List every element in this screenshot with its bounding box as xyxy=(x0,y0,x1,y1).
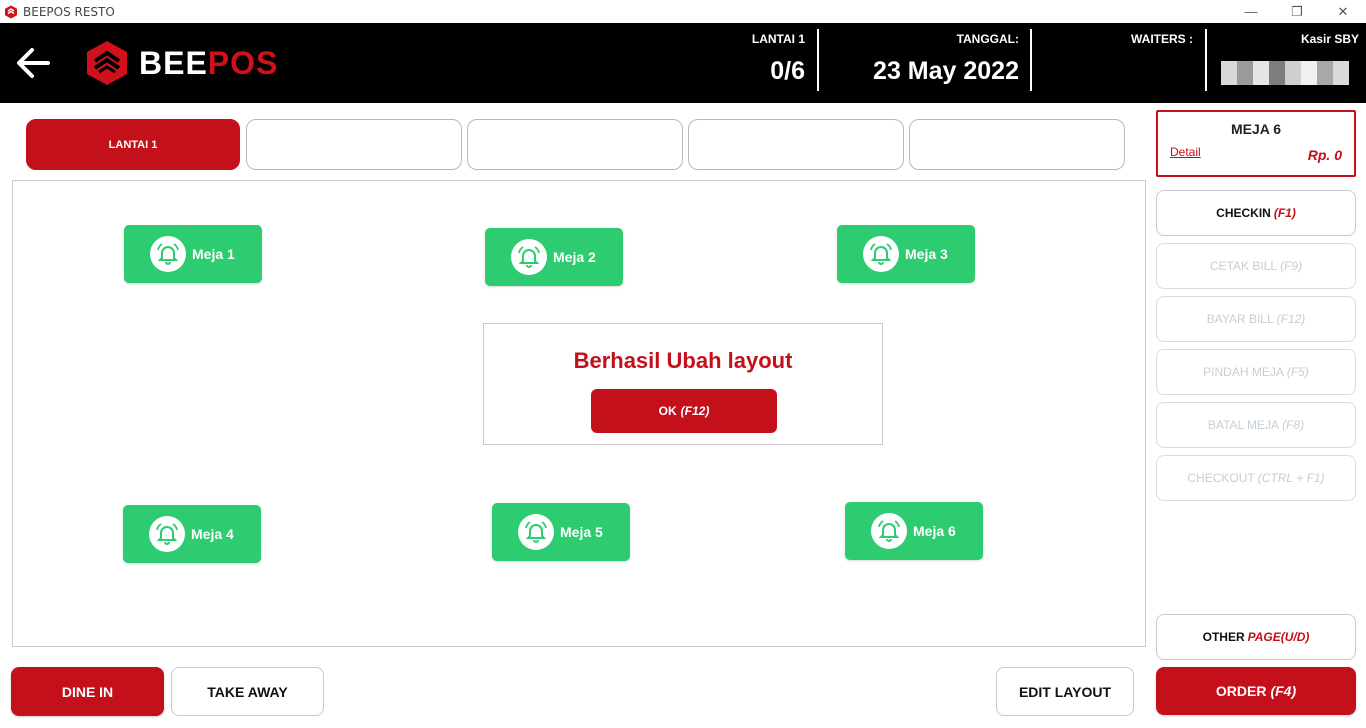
blurred-user-name xyxy=(1221,61,1349,85)
checkin-shortcut: (F1) xyxy=(1273,206,1296,220)
table-label: Meja 2 xyxy=(553,249,596,265)
header-divider xyxy=(1030,29,1032,91)
detail-link[interactable]: Detail xyxy=(1170,145,1201,159)
table-meja-1[interactable]: Meja 1 xyxy=(124,225,262,283)
table-label: Meja 6 xyxy=(913,523,956,539)
bayar-bill-button[interactable]: BAYAR BILL (F12) xyxy=(1156,296,1356,342)
other-page-shortcut: PAGE(U/D) xyxy=(1247,630,1310,644)
floor-occupancy: 0/6 xyxy=(770,57,805,85)
order-shortcut: (F4) xyxy=(1270,683,1297,699)
waiters-label: WAITERS : xyxy=(1131,32,1193,46)
floor-status: LANTAI 1 0/6 xyxy=(700,23,805,103)
selected-table-price: Rp. 0 xyxy=(1307,147,1342,163)
tab-floor-3[interactable] xyxy=(467,119,683,170)
other-page-button[interactable]: OTHER PAGE(U/D) xyxy=(1156,614,1356,660)
beepos-hexagon-icon xyxy=(87,41,127,85)
order-button[interactable]: ORDER (F4) xyxy=(1156,667,1356,715)
logo-text: BEEPOS xyxy=(139,45,278,82)
logo-text-pos: POS xyxy=(207,44,279,81)
restore-button[interactable]: ❐ xyxy=(1274,0,1320,23)
header-divider xyxy=(1205,29,1207,91)
pindah-meja-button[interactable]: PINDAH MEJA (F5) xyxy=(1156,349,1356,395)
floor-label: LANTAI 1 xyxy=(751,32,805,46)
date-value: 23 May 2022 xyxy=(873,57,1019,85)
bell-icon xyxy=(511,239,547,275)
app-header: BEEPOS LANTAI 1 0/6 TANGGAL: 23 May 2022… xyxy=(0,23,1366,103)
header-divider xyxy=(817,29,819,91)
table-meja-6[interactable]: Meja 6 xyxy=(845,502,983,560)
selected-table-name: MEJA 6 xyxy=(1230,121,1282,137)
tab-floor-4[interactable] xyxy=(688,119,904,170)
ok-shortcut: (F12) xyxy=(680,404,710,418)
checkin-button[interactable]: CHECKIN (F1) xyxy=(1156,190,1356,236)
checkin-label: CHECKIN xyxy=(1216,206,1271,220)
dine-in-button[interactable]: DINE IN xyxy=(11,667,164,716)
dialog-message: Berhasil Ubah layout xyxy=(573,348,793,373)
window-title: BEEPOS RESTO xyxy=(23,4,115,19)
selected-table-card: MEJA 6 Detail Rp. 0 xyxy=(1156,110,1356,177)
success-dialog: Berhasil Ubah layout OK (F12) xyxy=(483,323,883,445)
table-label: Meja 4 xyxy=(191,526,234,542)
app-logo-icon xyxy=(5,5,17,18)
checkout-shortcut: (CTRL + F1) xyxy=(1257,471,1325,485)
bell-icon xyxy=(149,516,185,552)
edit-layout-button[interactable]: EDIT LAYOUT xyxy=(996,667,1134,716)
checkout-label: CHECKOUT xyxy=(1187,471,1255,485)
bayar-bill-label: BAYAR BILL xyxy=(1206,312,1274,326)
cetak-bill-label: CETAK BILL xyxy=(1209,259,1278,273)
table-label: Meja 3 xyxy=(905,246,948,262)
bell-icon xyxy=(863,236,899,272)
ok-label: OK xyxy=(658,404,677,418)
bell-icon xyxy=(518,514,554,550)
date-label: TANGGAL: xyxy=(956,32,1019,46)
tab-floor-5[interactable] xyxy=(909,119,1125,170)
checkout-button[interactable]: CHECKOUT (CTRL + F1) xyxy=(1156,455,1356,501)
minimize-button[interactable]: — xyxy=(1228,0,1274,23)
table-label: Meja 1 xyxy=(192,246,235,262)
logo-text-bee: BEE xyxy=(139,44,208,81)
cetak-bill-shortcut: (F9) xyxy=(1280,259,1303,273)
batal-meja-button[interactable]: BATAL MEJA (F8) xyxy=(1156,402,1356,448)
table-label: Meja 5 xyxy=(560,524,603,540)
bell-icon xyxy=(871,513,907,549)
dialog-ok-button[interactable]: OK (F12) xyxy=(591,389,777,433)
pindah-meja-shortcut: (F5) xyxy=(1286,365,1309,379)
cashier-status: Kasir SBY xyxy=(1215,23,1359,103)
bayar-bill-shortcut: (F12) xyxy=(1276,312,1306,326)
waiters-status: WAITERS : xyxy=(1060,23,1193,103)
table-meja-4[interactable]: Meja 4 xyxy=(123,505,261,563)
window-titlebar: BEEPOS RESTO — ❐ ✕ xyxy=(0,0,1366,23)
pindah-meja-label: PINDAH MEJA xyxy=(1203,365,1284,379)
tab-lantai-1[interactable]: LANTAI 1 xyxy=(26,119,240,170)
close-button[interactable]: ✕ xyxy=(1320,0,1366,23)
date-status: TANGGAL: 23 May 2022 xyxy=(840,23,1019,103)
cetak-bill-button[interactable]: CETAK BILL (F9) xyxy=(1156,243,1356,289)
window-controls: — ❐ ✕ xyxy=(1228,0,1366,23)
cashier-label: Kasir SBY xyxy=(1300,32,1359,46)
take-away-button[interactable]: TAKE AWAY xyxy=(171,667,324,716)
order-label: ORDER xyxy=(1215,683,1267,699)
beepos-logo: BEEPOS xyxy=(83,39,283,87)
table-meja-3[interactable]: Meja 3 xyxy=(837,225,975,283)
back-arrow-icon[interactable] xyxy=(14,43,56,83)
table-meja-5[interactable]: Meja 5 xyxy=(492,503,630,561)
batal-meja-shortcut: (F8) xyxy=(1282,418,1305,432)
table-meja-2[interactable]: Meja 2 xyxy=(485,228,623,286)
tab-floor-2[interactable] xyxy=(246,119,462,170)
bell-icon xyxy=(150,236,186,272)
other-page-label: OTHER xyxy=(1202,630,1245,644)
batal-meja-label: BATAL MEJA xyxy=(1207,418,1280,432)
